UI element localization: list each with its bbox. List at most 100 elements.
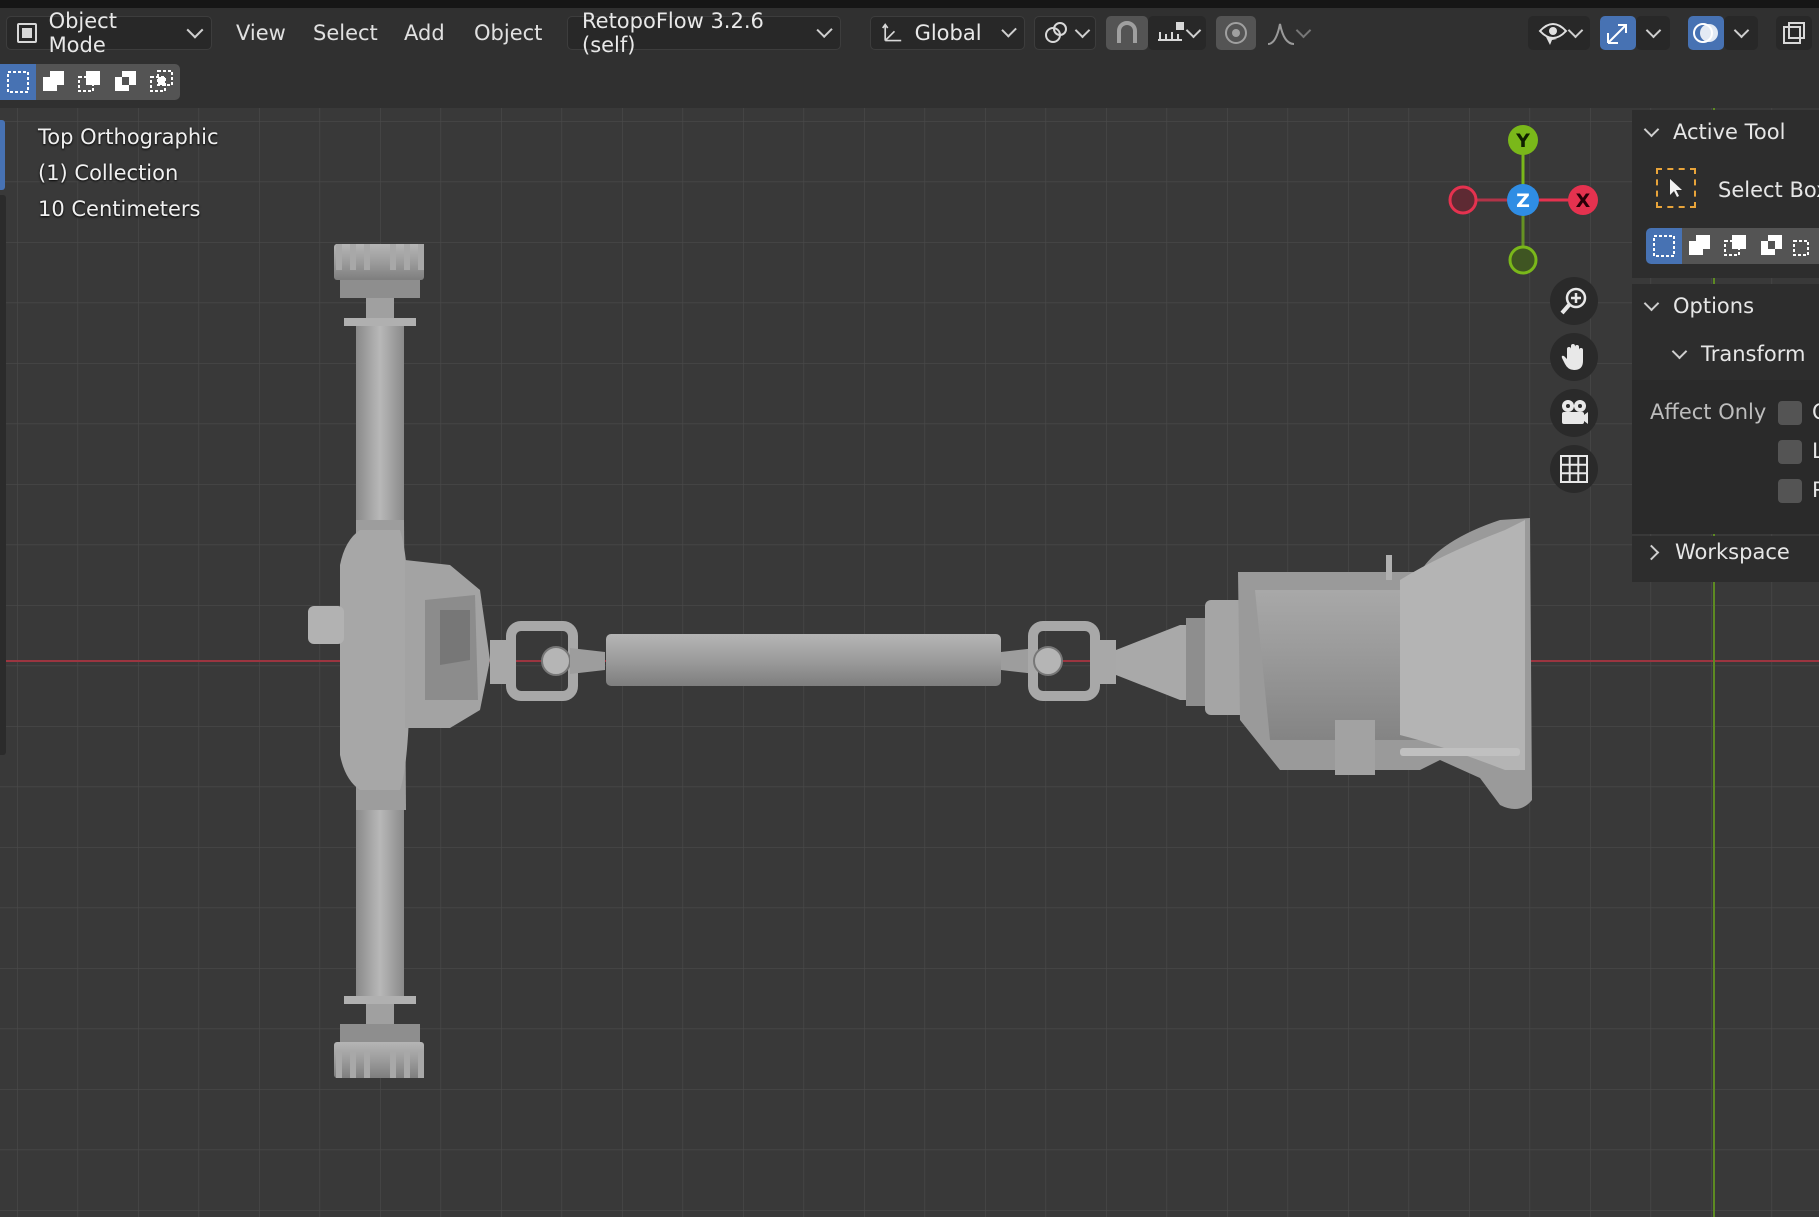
panel-select-mode-difference[interactable] [1754,228,1790,264]
orientation-label: Global [914,21,982,45]
navigation-gizmo[interactable]: Y X Z [1440,120,1610,280]
select-difference-icon [115,71,136,91]
mode-selector[interactable]: Object Mode [6,9,212,57]
gizmo-dropdown[interactable] [1636,16,1670,50]
transform-title: Transform [1701,342,1806,366]
select-new-icon [7,71,29,93]
hand-icon [1561,344,1583,370]
select-mode-difference-button[interactable] [108,64,144,100]
panel-select-mode-intersect[interactable] [1790,228,1819,264]
active-tool-title: Active Tool [1673,120,1786,144]
chevron-down-icon [1643,295,1660,311]
orientation-selector[interactable]: Global [870,16,1025,50]
chevron-down-icon [1645,22,1661,38]
select-new-icon [1653,235,1675,257]
active-tool-header[interactable]: Active Tool [1643,120,1786,144]
panel-select-mode-extend[interactable] [1682,228,1718,264]
active-tool-name: Select Box [1718,178,1819,202]
select-box-icon [1656,168,1696,208]
affect-only-label: Affect Only [1650,400,1767,424]
view-name-label: Top Orthographic [38,125,219,149]
workspace-header[interactable]: Workspace [1643,540,1790,564]
falloff-button[interactable] [1256,16,1318,50]
panel-select-mode-new[interactable] [1646,228,1682,264]
panel-select-mode-subtract[interactable] [1718,228,1754,264]
affect-only-locations-checkbox[interactable] [1778,440,1802,464]
transform-orientation-icon [882,23,902,42]
chevron-down-icon [1295,22,1311,38]
camera-view-button[interactable] [1550,389,1598,437]
select-mode-new-button[interactable] [0,64,36,100]
xray-toggle[interactable] [1776,16,1812,50]
chevron-right-icon [1643,544,1660,560]
pan-button[interactable] [1550,333,1598,381]
toolbar-edge[interactable] [0,120,5,190]
select-mode-intersect-button[interactable] [144,64,180,100]
ortho-toggle-button[interactable] [1550,445,1598,493]
chevron-down-icon [186,21,204,39]
affect-only-locations-label: L [1812,439,1819,463]
gizmo-z-label: Z [1516,190,1530,212]
chevron-down-icon [1567,22,1583,38]
select-mode-subtract-button[interactable] [72,64,108,100]
options-title: Options [1673,294,1755,318]
mode-label: Object Mode [48,9,117,57]
overlays-toggle[interactable] [1688,16,1724,50]
visibility-selector[interactable] [1528,16,1590,50]
proportional-dot-icon [1225,22,1247,44]
snap-increment-icon [1157,22,1184,41]
affect-only-origins-label: O [1812,400,1819,424]
select-extend-icon [43,71,64,91]
viewport-header: Object Mode View Select Add Object Retop… [0,8,1819,57]
camera-icon [1562,400,1588,424]
select-subtract-icon [78,71,100,92]
eye-icon [1538,23,1567,45]
select-intersect-icon [150,70,173,92]
falloff-curve-icon [1267,23,1294,45]
chevron-down-icon [1000,22,1017,38]
snap-target-button[interactable] [1148,16,1206,50]
gizmo-toggle[interactable] [1600,16,1636,50]
object-mode-icon [17,23,37,43]
menu-select[interactable]: Select [313,16,378,50]
options-header[interactable]: Options [1643,294,1755,318]
select-subtract-icon [1724,235,1746,256]
addon-menu-button[interactable]: RetopoFlow 3.2.6 (self) [567,9,841,57]
menu-add[interactable]: Add [404,16,445,50]
snap-toggle[interactable] [1106,16,1148,50]
select-difference-icon [1761,235,1782,255]
affect-only-parents-checkbox[interactable] [1778,479,1802,503]
chevron-down-icon [816,21,833,39]
grid-scale-label: 10 Centimeters [38,197,201,221]
chevron-down-icon [1074,22,1090,38]
magnet-icon [1117,21,1137,43]
chevron-down-icon [1643,121,1660,137]
window-top-strip [0,0,1819,8]
tool-settings-bar [0,56,1819,108]
gizmo-arrows-icon [1607,24,1627,44]
chevron-down-icon [1185,22,1201,38]
affect-only-parents-label: P [1812,478,1819,502]
gizmo-x-label: X [1576,190,1591,212]
affect-only-origins-checkbox[interactable] [1778,401,1802,425]
toolbar-edge[interactable] [0,195,6,755]
menu-object[interactable]: Object [474,16,542,50]
select-extend-icon [1689,235,1710,255]
grid-icon [1560,455,1588,483]
menu-view[interactable]: View [236,16,286,50]
gizmo-y-label: Y [1515,130,1530,152]
select-intersect-icon [1792,240,1809,256]
overlays-icon [1693,23,1718,43]
select-mode-extend-button[interactable] [36,64,72,100]
pivot-point-button[interactable] [1034,16,1096,50]
workspace-title: Workspace [1675,540,1790,564]
chevron-down-icon [1733,22,1749,38]
zoom-button[interactable] [1550,277,1598,325]
transform-header[interactable]: Transform [1671,342,1806,366]
pivot-icon [1044,22,1067,43]
chevron-down-icon [1671,343,1688,359]
overlays-dropdown[interactable] [1724,16,1758,50]
proportional-editing-toggle[interactable] [1216,16,1256,50]
zoom-icon [1560,287,1587,315]
addon-label: RetopoFlow 3.2.6 (self) [582,9,764,57]
